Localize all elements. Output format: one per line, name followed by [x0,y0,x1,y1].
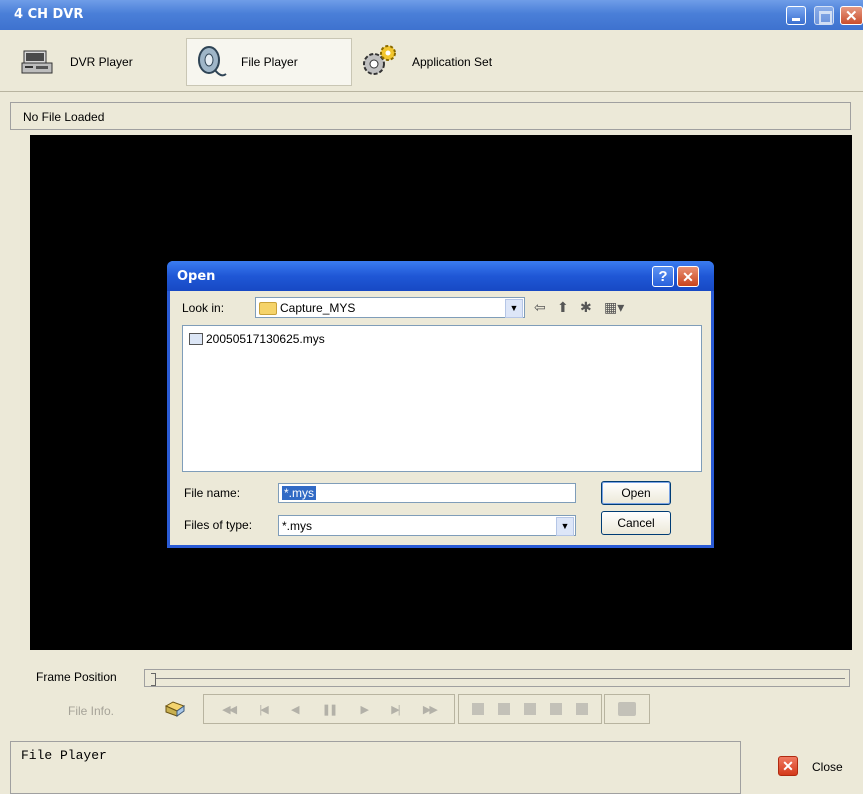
close-icon: ✕ [682,269,694,285]
play-icon[interactable]: ▶ [360,703,369,716]
file-name-text: 20050517130625.mys [206,332,325,346]
camera-icon[interactable] [618,702,636,716]
file-info-button[interactable]: File Info. [68,704,114,718]
dialog-title-bar[interactable]: Open ? ✕ [167,261,714,291]
help-button[interactable]: ? [652,266,674,287]
application-set-button[interactable]: Application Set [358,38,538,86]
file-status-field: No File Loaded [10,102,851,130]
channel-2-button[interactable] [498,703,510,715]
new-folder-icon[interactable]: ✱ [580,299,592,316]
channel-3-button[interactable] [524,703,536,715]
file-name-value: *.mys [282,486,316,500]
close-button[interactable]: Close [812,760,843,774]
channel-1-button[interactable] [472,703,484,715]
slider-thumb[interactable] [151,673,156,686]
file-player-button[interactable]: File Player [186,38,352,86]
dropdown-arrow-icon[interactable]: ▼ [505,299,523,318]
step-back-icon[interactable]: ◀ [291,703,300,716]
message-text: File Player [21,748,107,763]
file-player-label: File Player [241,55,298,69]
list-item[interactable]: 20050517130625.mys [189,332,325,346]
channel-4-button[interactable] [550,703,562,715]
cancel-button[interactable]: Cancel [601,511,671,535]
files-of-type-dropdown[interactable]: *.mys ▼ [278,515,576,536]
playback-controls: ◀◀ |◀ ◀ ❚❚ ▶ ▶| ▶▶ [203,694,455,724]
media-file-icon [189,333,203,345]
main-toolbar: DVR Player File Player Application Set [0,30,863,92]
open-button[interactable]: Open [601,481,671,505]
dvr-player-label: DVR Player [70,55,133,69]
channel-controls [458,694,602,724]
dialog-close-button[interactable]: ✕ [677,266,699,287]
files-of-type-label: Files of type: [184,518,253,532]
quad-view-button[interactable] [576,703,588,715]
window-title: 4 CH DVR [14,7,84,22]
frame-position-label: Frame Position [36,670,117,684]
application-set-label: Application Set [412,55,493,69]
skip-start-icon[interactable]: |◀ [259,703,268,716]
dialog-title: Open [177,269,216,284]
close-icon[interactable]: ✕ [778,756,798,776]
look-in-value: Capture_MYS [280,301,356,315]
slider-track [155,678,845,679]
open-folder-icon[interactable] [164,698,186,718]
files-of-type-value: *.mys [282,519,312,533]
message-panel: File Player [10,741,741,794]
pause-icon[interactable]: ❚❚ [322,703,339,716]
fast-rewind-icon[interactable]: ◀◀ [222,703,237,716]
file-name-input[interactable]: *.mys [278,483,576,503]
look-in-label: Look in: [182,301,225,315]
capture-controls [604,694,650,724]
dvr-device-icon [21,50,53,74]
view-menu-icon[interactable]: ▦▾ [604,299,624,316]
back-arrow-icon[interactable]: ⇦ [534,299,546,316]
skip-end-icon[interactable]: ▶| [391,703,400,716]
maximize-button[interactable] [814,6,834,25]
window-title-bar[interactable]: 4 CH DVR [0,0,863,30]
up-folder-icon[interactable]: ⬆ [557,299,569,316]
file-list[interactable]: 20050517130625.mys [182,325,702,472]
film-reel-icon [198,46,227,77]
dvr-player-button[interactable]: DVR Player [20,38,170,86]
dropdown-arrow-icon[interactable]: ▼ [556,517,574,536]
look-in-dropdown[interactable]: Capture_MYS ▼ [255,297,525,318]
close-window-button[interactable] [840,6,863,25]
frame-position-slider[interactable] [144,669,850,687]
gears-icon [363,45,396,75]
minimize-button[interactable] [786,6,806,25]
fast-forward-icon[interactable]: ▶▶ [423,703,438,716]
file-name-label: File name: [184,486,241,500]
folder-icon [259,302,277,315]
file-status-text: No File Loaded [23,110,105,124]
open-file-dialog: Open ? ✕ Look in: Capture_MYS ▼ ⇦ ⬆ ✱ ▦▾… [167,261,714,548]
